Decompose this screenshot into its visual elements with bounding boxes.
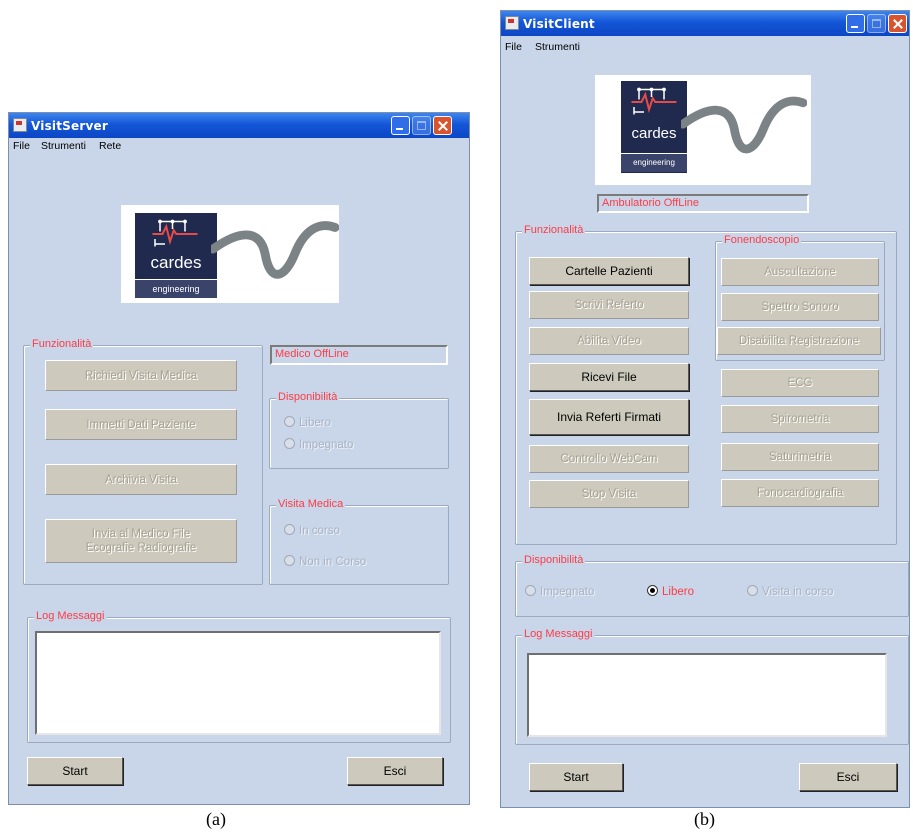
ecg-button[interactable]: ECG — [721, 369, 879, 397]
libero-radio[interactable]: Libero — [284, 416, 331, 429]
libero-label: Libero — [299, 417, 331, 429]
auscultazione-button[interactable]: Auscultazione — [721, 258, 879, 286]
circuit-icon — [631, 87, 677, 115]
medico-status: Medico OffLine — [270, 345, 448, 365]
funzionalita-label: Funzionalità — [522, 224, 586, 236]
in-corso-label: In corso — [299, 525, 340, 537]
funzionalita-label: Funzionalità — [30, 338, 94, 350]
archivia-visita-button[interactable]: Archivia Visita — [45, 464, 237, 495]
impegnato-label: Impegnato — [299, 439, 354, 451]
invia-medico-button[interactable]: Invia al Medico File Ecografie Radiograf… — [45, 519, 237, 563]
caption-b: (b) — [694, 809, 715, 829]
libero-label: Libero — [662, 586, 694, 598]
log-messaggi-label: Log Messaggi — [522, 628, 595, 640]
richiedi-visita-button[interactable]: Richiedi Visita Medica — [45, 360, 237, 391]
logo-tagline: engineering — [621, 153, 687, 172]
circuit-icon — [152, 219, 198, 247]
impegnato-radio[interactable]: Impegnato — [525, 585, 594, 598]
minimize-button[interactable] — [391, 116, 410, 135]
impegnato-radio[interactable]: Impegnato — [284, 438, 353, 451]
logo-word: cardes — [150, 253, 202, 272]
esci-button[interactable]: Esci — [347, 757, 443, 785]
spettro-sonoro-button[interactable]: Spettro Sonoro — [721, 293, 879, 321]
log-textarea[interactable] — [35, 631, 441, 735]
close-button[interactable] — [888, 14, 907, 33]
close-button[interactable] — [433, 116, 452, 135]
start-button[interactable]: Start — [529, 763, 623, 791]
invia-medico-line2: Ecografie Radiografie — [85, 542, 197, 554]
ricevi-file-button[interactable]: Ricevi File — [529, 363, 689, 391]
stop-visita-button[interactable]: Stop Visita — [529, 480, 689, 508]
logo-word: cardes — [631, 125, 677, 142]
title-bar[interactable]: VisitClient — [501, 11, 909, 36]
non-in-corso-label: Non in Corso — [299, 556, 367, 568]
maximize-button[interactable] — [867, 14, 886, 33]
log-messaggi-label: Log Messaggi — [34, 610, 107, 622]
app-icon — [13, 118, 27, 132]
log-textarea[interactable] — [527, 653, 887, 737]
menu-strumenti[interactable]: Strumenti — [41, 140, 86, 152]
impegnato-label: Impegnato — [540, 586, 595, 598]
visitserver-window: VisitServer File Strumenti Rete cardes e… — [8, 112, 470, 805]
cartelle-pazienti-button[interactable]: Cartelle Pazienti — [529, 257, 689, 285]
invia-medico-line1: Invia al Medico File — [91, 528, 191, 540]
menu-file[interactable]: File — [13, 140, 30, 152]
spirometria-button[interactable]: Spirometria — [721, 405, 879, 433]
logo-swoosh — [211, 221, 339, 279]
saturimetria-button[interactable]: Saturimetria — [721, 443, 879, 471]
window-title: VisitServer — [31, 119, 108, 133]
visita-medica-group: Visita Medica — [269, 498, 449, 585]
menu-bar: File Strumenti — [501, 39, 909, 57]
non-in-corso-radio[interactable]: Non in Corso — [284, 555, 366, 568]
visitclient-window: VisitClient File Strumenti cardes engine… — [500, 10, 910, 808]
disabilita-registrazione-button[interactable]: Disabilita Registrazione — [717, 327, 881, 355]
abilita-video-button[interactable]: Abilita Video — [529, 327, 689, 355]
ambulatorio-status: Ambulatorio OffLine — [597, 194, 809, 213]
window-title: VisitClient — [523, 17, 595, 31]
app-icon — [505, 16, 519, 30]
visita-medica-label: Visita Medica — [276, 498, 346, 510]
cardes-logo: cardes engineering — [595, 75, 811, 185]
caption-a: (a) — [206, 809, 226, 829]
start-button[interactable]: Start — [27, 757, 123, 785]
invia-referti-button[interactable]: Invia Referti Firmati — [529, 399, 689, 435]
esci-button[interactable]: Esci — [799, 763, 897, 791]
scrivi-referto-button[interactable]: Scrivi Referto — [529, 291, 689, 319]
immetti-dati-button[interactable]: Immetti Dati Paziente — [45, 409, 237, 440]
minimize-button[interactable] — [846, 14, 865, 33]
logo-tagline: engineering — [135, 279, 217, 298]
disponibilita-label: Disponibilità — [276, 391, 340, 403]
fonocardiografia-button[interactable]: Fonocardiografia — [721, 479, 879, 507]
cardes-logo: cardes engineering — [121, 205, 339, 303]
menu-rete[interactable]: Rete — [99, 140, 121, 152]
title-bar[interactable]: VisitServer — [9, 113, 469, 138]
menu-strumenti[interactable]: Strumenti — [535, 41, 580, 53]
logo-swoosh — [681, 96, 807, 154]
visita-in-corso-label: Visita in corso — [762, 586, 834, 598]
controllo-webcam-button[interactable]: Controllo WebCam — [529, 445, 689, 473]
menu-file[interactable]: File — [505, 41, 522, 53]
in-corso-radio[interactable]: In corso — [284, 524, 340, 537]
maximize-button[interactable] — [412, 116, 431, 135]
libero-radio[interactable]: Libero — [647, 585, 694, 598]
disponibilita-group: Disponibilità — [269, 391, 449, 469]
menu-bar: File Strumenti Rete — [9, 138, 469, 156]
visita-in-corso-radio[interactable]: Visita in corso — [747, 585, 833, 598]
fonendoscopio-label: Fonendoscopio — [722, 234, 802, 246]
disponibilita-label: Disponibilità — [522, 554, 586, 566]
